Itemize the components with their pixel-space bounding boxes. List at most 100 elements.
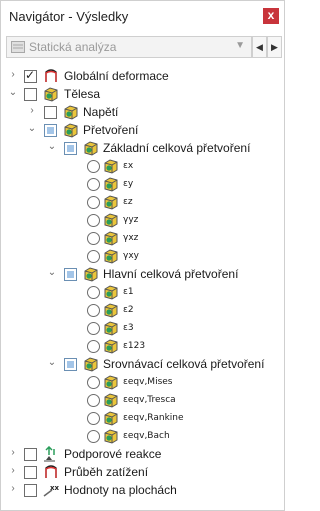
- chevron-down-icon[interactable]: ⌄: [47, 142, 57, 152]
- solid-strain-icon: [104, 339, 118, 354]
- tree-label: Průběh zatížení: [64, 465, 149, 479]
- radio-button[interactable]: [87, 340, 100, 353]
- tree-label: Základní celková přetvoření: [103, 141, 251, 155]
- solid-strain-icon: [84, 357, 98, 372]
- tree-label: ε1: [123, 287, 134, 297]
- checkbox-strain[interactable]: [44, 124, 57, 137]
- chevron-right-icon[interactable]: ›: [27, 106, 37, 116]
- analysis-type-value: Statická analýza: [29, 40, 117, 54]
- tree-item-strain-component[interactable]: γxy: [1, 247, 284, 265]
- radio-button[interactable]: [87, 286, 100, 299]
- solid-strain-icon: [64, 123, 78, 138]
- tree-item-strain-component[interactable]: εeqv,Rankine: [1, 409, 284, 427]
- tree-item-strain-component[interactable]: ε2: [1, 301, 284, 319]
- checkbox-support-reactions[interactable]: [24, 448, 37, 461]
- chevron-right-icon[interactable]: ›: [8, 70, 18, 80]
- tree-item-strain-component[interactable]: ε3: [1, 319, 284, 337]
- tree-label: Přetvoření: [83, 123, 139, 137]
- tree-item-load-distribution[interactable]: › Průběh zatížení: [1, 463, 284, 481]
- radio-button[interactable]: [87, 412, 100, 425]
- radio-button[interactable]: [87, 322, 100, 335]
- radio-button[interactable]: [87, 214, 100, 227]
- radio-button[interactable]: [87, 160, 100, 173]
- chevron-down-icon[interactable]: ⌄: [8, 88, 18, 98]
- tree-item-stress[interactable]: › Napětí: [1, 103, 284, 121]
- solid-strain-icon: [104, 303, 118, 318]
- tree-item-basic-total-strain[interactable]: ⌄ Základní celková přetvoření: [1, 139, 284, 157]
- checkbox-global-deformation[interactable]: [24, 68, 37, 83]
- tree-item-principal-total-strain[interactable]: ⌄ Hlavní celková přetvoření: [1, 265, 284, 283]
- solid-strain-icon: [104, 249, 118, 264]
- checkbox-basic-total-strain[interactable]: [64, 142, 77, 155]
- tree-label: γxz: [123, 233, 139, 243]
- tree-label: εeqv,Tresca: [123, 395, 176, 405]
- tree-label: εz: [123, 197, 133, 207]
- next-button[interactable]: ▶: [267, 36, 282, 58]
- solid-strain-icon: [84, 267, 98, 282]
- surface-values-icon: xx: [43, 484, 59, 497]
- tree-item-equivalent-total-strain[interactable]: ⌄ Srovnávací celková přetvoření: [1, 355, 284, 373]
- solid-strain-icon: [84, 141, 98, 156]
- analysis-type-select[interactable]: Statická analýza ▼: [6, 36, 252, 58]
- tree-item-global-deformation[interactable]: › Globální deformace: [1, 67, 284, 85]
- solid-stress-icon: [64, 105, 78, 120]
- tree-item-strain-component[interactable]: γxz: [1, 229, 284, 247]
- tree-item-strain-component[interactable]: εeqv,Tresca: [1, 391, 284, 409]
- checkbox-surface-values[interactable]: [24, 484, 37, 497]
- tree-label: Podporové reakce: [64, 447, 162, 461]
- close-button[interactable]: x: [263, 8, 279, 24]
- chevron-right-icon[interactable]: ›: [8, 484, 18, 494]
- radio-button[interactable]: [87, 250, 100, 263]
- tree-label: εeqv,Mises: [123, 377, 173, 387]
- tree-item-strain-component[interactable]: εz: [1, 193, 284, 211]
- checkbox-load-distribution[interactable]: [24, 466, 37, 479]
- toolbar: Statická analýza ▼ ◀ ▶: [6, 36, 282, 58]
- static-analysis-icon: [11, 41, 25, 53]
- tree-label: γxy: [123, 251, 139, 261]
- radio-button[interactable]: [87, 304, 100, 317]
- tree-item-strain[interactable]: ⌄ Přetvoření: [1, 121, 284, 139]
- radio-button[interactable]: [87, 178, 100, 191]
- chevron-right-icon[interactable]: ›: [8, 448, 18, 458]
- checkbox-equivalent-total-strain[interactable]: [64, 358, 77, 371]
- solid-strain-icon: [104, 231, 118, 246]
- tree-label: Hlavní celková přetvoření: [103, 267, 239, 281]
- solid-strain-icon: [104, 375, 118, 390]
- tree-label: εeqv,Rankine: [123, 413, 184, 423]
- radio-button[interactable]: [87, 196, 100, 209]
- tree-item-strain-component[interactable]: εy: [1, 175, 284, 193]
- tree-item-strain-component[interactable]: εeqv,Bach: [1, 427, 284, 445]
- solid-strain-icon: [104, 213, 118, 228]
- chevron-down-icon[interactable]: ⌄: [27, 124, 37, 134]
- solid-strain-icon: [104, 195, 118, 210]
- tree-item-strain-component[interactable]: ε123: [1, 337, 284, 355]
- tree-item-strain-component[interactable]: εeqv,Mises: [1, 373, 284, 391]
- tree-item-solids[interactable]: ⌄ Tělesa: [1, 85, 284, 103]
- tree-item-support-reactions[interactable]: › Podporové reakce: [1, 445, 284, 463]
- solid-icon: [44, 87, 58, 102]
- chevron-right-icon[interactable]: ›: [8, 466, 18, 476]
- solid-strain-icon: [104, 177, 118, 192]
- tree-label: εy: [123, 179, 134, 189]
- panel-title: Navigátor - Výsledky: [9, 9, 129, 24]
- chevron-down-icon[interactable]: ⌄: [47, 358, 57, 368]
- chevron-down-icon[interactable]: ⌄: [47, 268, 57, 278]
- solid-strain-icon: [104, 411, 118, 426]
- deformation-icon: [45, 69, 57, 82]
- solid-strain-icon: [104, 321, 118, 336]
- previous-button[interactable]: ◀: [252, 36, 267, 58]
- tree-item-strain-component[interactable]: γyz: [1, 211, 284, 229]
- title-bar: Navigátor - Výsledky x: [1, 1, 284, 31]
- radio-button[interactable]: [87, 394, 100, 407]
- tree-label: εeqv,Bach: [123, 431, 170, 441]
- checkbox-stress[interactable]: [44, 106, 57, 119]
- tree-item-strain-component[interactable]: ε1: [1, 283, 284, 301]
- radio-button[interactable]: [87, 430, 100, 443]
- tree-item-surface-values[interactable]: › xx Hodnoty na plochách: [1, 481, 284, 499]
- tree-item-strain-component[interactable]: εx: [1, 157, 284, 175]
- radio-button[interactable]: [87, 232, 100, 245]
- radio-button[interactable]: [87, 376, 100, 389]
- tree-label: εx: [123, 161, 134, 171]
- checkbox-solids[interactable]: [24, 88, 37, 101]
- checkbox-principal-total-strain[interactable]: [64, 268, 77, 281]
